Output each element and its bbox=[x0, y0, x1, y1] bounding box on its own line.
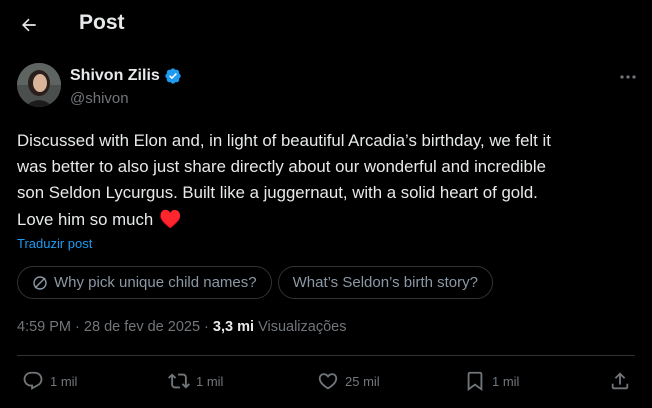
like-icon bbox=[318, 373, 338, 390]
post-text-line: Love him so much ♥️ bbox=[17, 206, 645, 233]
bookmark-button[interactable]: 1 mil bbox=[464, 370, 519, 392]
reply-button[interactable]: 1 mil bbox=[22, 370, 77, 392]
like-count: 25 mil bbox=[345, 373, 380, 389]
post-date[interactable]: 28 de fev de 2025 bbox=[84, 319, 200, 335]
reply-icon bbox=[23, 371, 43, 390]
top-bar: Post bbox=[0, 0, 652, 48]
post-detail-page: Post Shivon Zilis @shivon Discussed with… bbox=[0, 0, 652, 408]
grok-suggestion-label: What’s Seldon’s birth story? bbox=[292, 274, 478, 291]
more-button[interactable] bbox=[614, 66, 642, 88]
avatar[interactable] bbox=[17, 63, 61, 107]
share-button[interactable] bbox=[609, 370, 631, 392]
heart-emoji: ♥️ bbox=[159, 209, 182, 229]
author-name-text: Shivon Zilis bbox=[70, 67, 160, 84]
grok-suggestions: Why pick unique child names? What’s Seld… bbox=[17, 266, 493, 299]
views-label: Visualizações bbox=[258, 319, 347, 335]
page-title: Post bbox=[79, 11, 125, 34]
avatar-photo-icon bbox=[17, 63, 61, 107]
bookmark-icon bbox=[467, 371, 483, 392]
post-meta: 4:59 PM · 28 de fev de 2025 · 3,3 mi Vis… bbox=[17, 319, 346, 335]
verified-badge-icon bbox=[165, 68, 181, 84]
back-arrow-icon bbox=[21, 18, 36, 32]
bookmark-count: 1 mil bbox=[492, 373, 520, 389]
post-text: Discussed with Elon and, in light of bea… bbox=[17, 128, 645, 233]
views-count: 3,3 mi bbox=[212, 319, 255, 335]
author-name[interactable]: Shivon Zilis bbox=[70, 67, 182, 85]
post-text-line: was better to also just share directly a… bbox=[17, 157, 546, 176]
post-text-line: Discussed with Elon and, in light of bea… bbox=[17, 131, 551, 150]
grok-icon bbox=[33, 275, 47, 290]
divider bbox=[17, 355, 635, 356]
translate-post-link[interactable]: Traduzir post bbox=[17, 236, 92, 251]
grok-suggestion-chip[interactable]: What’s Seldon’s birth story? bbox=[277, 266, 493, 299]
grok-suggestion-chip[interactable]: Why pick unique child names? bbox=[17, 266, 272, 299]
grok-suggestion-label: Why pick unique child names? bbox=[54, 274, 257, 291]
post-time[interactable]: 4:59 PM bbox=[17, 319, 71, 335]
back-button[interactable] bbox=[14, 10, 44, 40]
share-icon bbox=[611, 372, 629, 390]
reply-count: 1 mil bbox=[50, 373, 78, 389]
author-handle[interactable]: @shivon bbox=[70, 90, 129, 107]
more-icon bbox=[620, 75, 636, 79]
meta-separator: · bbox=[204, 319, 209, 335]
repost-icon bbox=[168, 373, 190, 389]
repost-count: 1 mil bbox=[196, 373, 224, 389]
action-bar: 1 mil 1 mil 25 mil 1 mil bbox=[0, 366, 652, 400]
post-text-last-line: Love him so much bbox=[17, 210, 154, 229]
post-text-line: son Seldon Lycurgus. Built like a jugger… bbox=[17, 183, 538, 202]
meta-separator: · bbox=[75, 319, 80, 335]
repost-button[interactable]: 1 mil bbox=[168, 370, 223, 392]
like-button[interactable]: 25 mil bbox=[317, 370, 380, 392]
